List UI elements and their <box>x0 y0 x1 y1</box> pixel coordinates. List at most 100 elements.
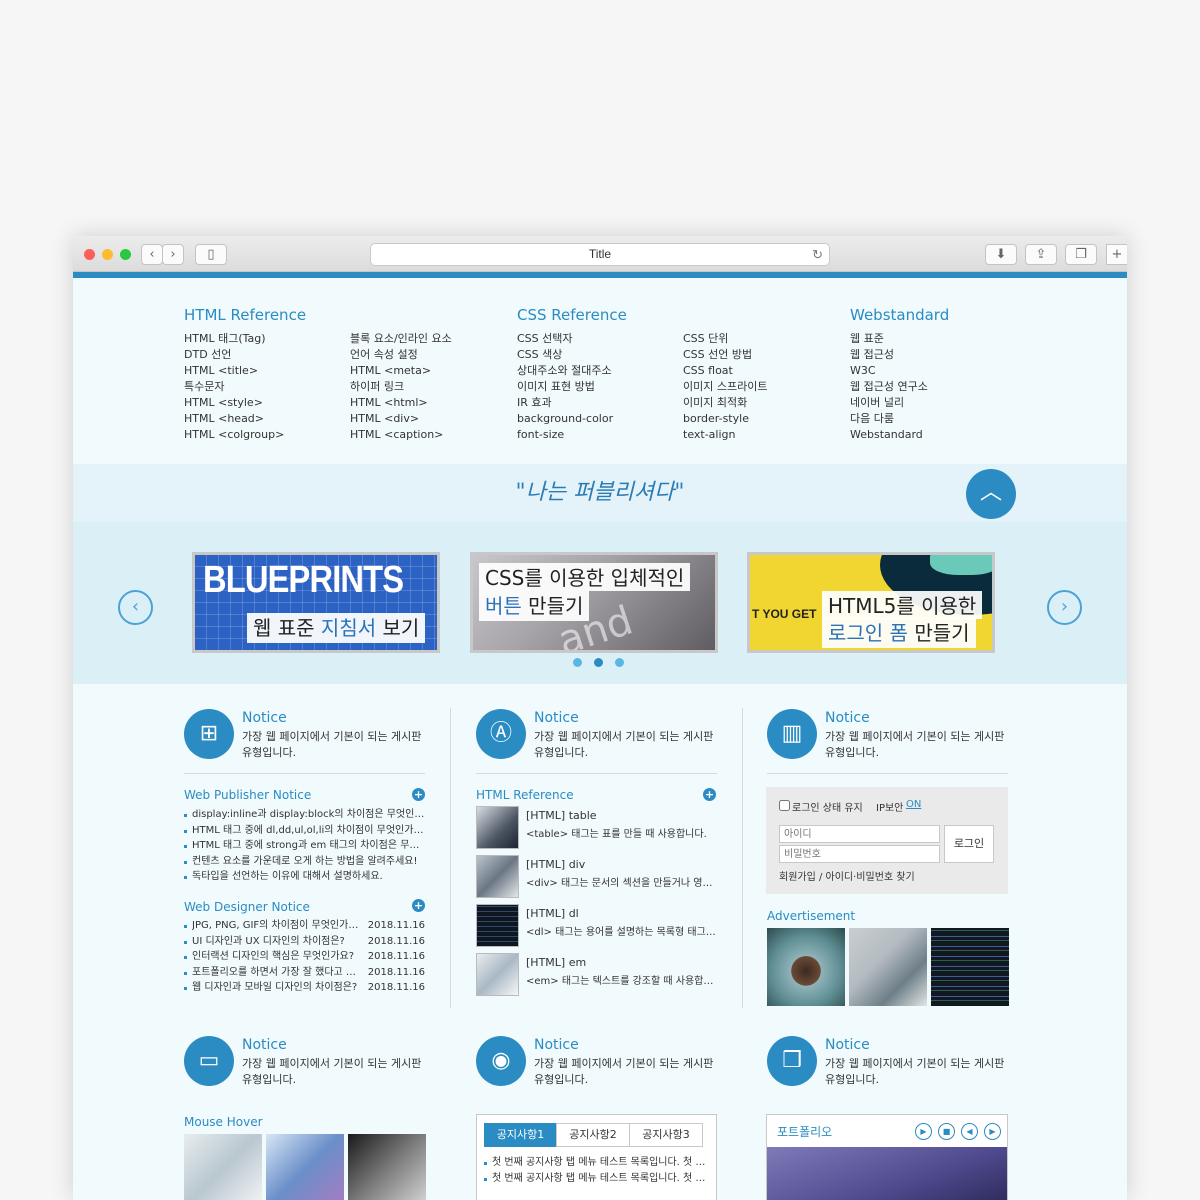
ref-link[interactable]: Webstandard <box>850 427 928 443</box>
ref-link[interactable]: text-align <box>683 427 767 443</box>
ad-image-1[interactable] <box>767 928 845 1006</box>
ref-link[interactable]: 하이퍼 링크 <box>350 379 452 395</box>
back-button[interactable]: ‹ <box>141 244 163 265</box>
ref-link[interactable]: 이미지 스프라이트 <box>683 379 767 395</box>
download-icon[interactable]: ⬇ <box>985 244 1017 265</box>
ip-security-toggle[interactable]: ON <box>906 799 921 810</box>
hover-image-3[interactable] <box>348 1134 426 1200</box>
ref-link[interactable]: HTML <title> <box>184 363 284 379</box>
slider-dot-active[interactable] <box>594 658 603 667</box>
ref-link[interactable]: CSS 선택자 <box>517 331 613 347</box>
ref-link[interactable]: 웹 접근성 연구소 <box>850 379 928 395</box>
ref-link[interactable]: DTD 선언 <box>184 347 284 363</box>
close-window-button[interactable] <box>84 249 95 260</box>
reload-icon[interactable]: ↻ <box>812 244 823 265</box>
list-item[interactable]: 첫 번째 공지사항 탭 메뉴 테스트 목록입니다. 첫 번째 공지사항 <box>484 1171 710 1187</box>
slider-dot[interactable] <box>573 658 582 667</box>
ref-link[interactable]: 특수문자 <box>184 379 284 395</box>
slider-prev-button[interactable]: ‹ <box>118 590 153 625</box>
list-item[interactable]: [HTML] table <table> 태그는 표를 만들 때 사용합니다. <box>476 806 717 850</box>
ref-link[interactable]: 웹 접근성 <box>850 347 928 363</box>
ref-link[interactable]: 다음 다룸 <box>850 411 928 427</box>
css-reference-title[interactable]: CSS Reference <box>517 306 627 324</box>
list-item[interactable]: 독타입을 선언하는 이유에 대해서 설명하세요. <box>184 869 425 885</box>
ref-link[interactable]: HTML 태그(Tag) <box>184 331 284 347</box>
hover-image-2[interactable] <box>266 1134 344 1200</box>
banner-css-button[interactable]: and inte CSS를 이용한 입체적인 버튼 만들기 <box>470 552 718 653</box>
designer-notice-title[interactable]: Web Designer Notice <box>184 900 310 914</box>
maximize-window-button[interactable] <box>120 249 131 260</box>
next-icon[interactable]: ▶ <box>984 1123 1001 1140</box>
play-icon[interactable]: ▶ <box>915 1123 932 1140</box>
list-item[interactable]: 첫 번째 공지사항 탭 메뉴 테스트 목록입니다. 첫 번째 공지사항 <box>484 1155 710 1171</box>
list-item[interactable]: display:inline과 display:block의 차이점은 무엇인가… <box>184 807 425 823</box>
login-button[interactable]: 로그인 <box>944 825 994 863</box>
signup-find-links[interactable]: 회원가입 / 아이디·비밀번호 찾기 <box>779 868 915 883</box>
address-bar[interactable]: Title ↻ <box>370 243 830 266</box>
publisher-notice-title[interactable]: Web Publisher Notice <box>184 788 311 802</box>
scroll-top-button[interactable]: ︿ <box>966 469 1016 519</box>
ref-link[interactable]: HTML <style> <box>184 395 284 411</box>
portfolio-image[interactable] <box>767 1147 1007 1200</box>
html-reference-title[interactable]: HTML Reference <box>184 306 306 324</box>
password-input[interactable] <box>779 845 940 863</box>
ref-link[interactable]: 네이버 널리 <box>850 395 928 411</box>
list-item[interactable]: 컨텐츠 요소를 가운데로 오게 하는 방법을 알려주세요! <box>184 854 425 870</box>
slider-next-button[interactable]: › <box>1047 590 1082 625</box>
list-item[interactable]: 포트폴리오를 하면서 가장 잘 했다고 생각하는 것은? 2018.11.16 <box>184 965 425 981</box>
ref-link[interactable]: IR 효과 <box>517 395 613 411</box>
stop-icon[interactable]: ■ <box>938 1123 955 1140</box>
ref-link[interactable]: W3C <box>850 363 928 379</box>
tab-notice-1[interactable]: 공지사항1 <box>484 1123 557 1147</box>
ref-link[interactable]: HTML <colgroup> <box>184 427 284 443</box>
ref-link[interactable]: border-style <box>683 411 767 427</box>
banner-html5-login[interactable]: T YOU GET HTML5를 이용한 로그인 폼 만들기 <box>747 552 995 653</box>
ref-link[interactable]: 이미지 표현 방법 <box>517 379 613 395</box>
new-tab-icon[interactable]: + <box>1106 244 1127 265</box>
ref-link[interactable]: 상대주소와 절대주소 <box>517 363 613 379</box>
plus-icon[interactable]: + <box>412 788 425 801</box>
ref-link[interactable]: 블록 요소/인라인 요소 <box>350 331 452 347</box>
id-input[interactable] <box>779 825 940 843</box>
hover-image-1[interactable] <box>184 1134 262 1200</box>
ref-link[interactable]: background-color <box>517 411 613 427</box>
ref-link[interactable]: CSS float <box>683 363 767 379</box>
ref-link[interactable]: CSS 선언 방법 <box>683 347 767 363</box>
tab-notice-2[interactable]: 공지사항2 <box>556 1123 630 1147</box>
html-reference-list-title[interactable]: HTML Reference <box>476 788 574 802</box>
tab-notice-3[interactable]: 공지사항3 <box>629 1123 703 1147</box>
ref-link[interactable]: CSS 색상 <box>517 347 613 363</box>
ref-link[interactable]: 웹 표준 <box>850 331 928 347</box>
keep-login-checkbox[interactable] <box>779 800 790 811</box>
tabs-icon[interactable]: ❐ <box>1065 244 1097 265</box>
ref-link[interactable]: CSS 단위 <box>683 331 767 347</box>
list-item[interactable]: HTML 태그 중에 dl,dd,ul,ol,li의 차이점이 무엇인가요? <box>184 823 425 839</box>
ref-link[interactable]: 언어 속성 설정 <box>350 347 452 363</box>
ad-image-3[interactable] <box>931 928 1009 1006</box>
list-item[interactable]: 웹 디자인과 모바일 디자인의 차이점은? 2018.11.16 <box>184 980 425 996</box>
list-item[interactable]: JPG, PNG, GIF의 차이점이 무엇인가요? 2018.11.16 <box>184 918 425 934</box>
ref-link[interactable]: font-size <box>517 427 613 443</box>
ref-link[interactable]: HTML <head> <box>184 411 284 427</box>
ref-link[interactable]: HTML <div> <box>350 411 452 427</box>
list-item[interactable]: [HTML] dl <dl> 태그는 용어를 설명하는 목록형 태그입니다. <box>476 904 717 948</box>
plus-icon[interactable]: + <box>412 899 425 912</box>
ad-image-2[interactable] <box>849 928 927 1006</box>
share-icon[interactable]: ⇪ <box>1025 244 1057 265</box>
slider-dot[interactable] <box>615 658 624 667</box>
forward-button[interactable]: › <box>162 244 184 265</box>
ref-link[interactable]: HTML <caption> <box>350 427 452 443</box>
ref-link[interactable]: HTML <html> <box>350 395 452 411</box>
prev-icon[interactable]: ◀ <box>961 1123 978 1140</box>
webstandard-title[interactable]: Webstandard <box>850 306 949 324</box>
sidebar-toggle-icon[interactable]: ▯ <box>195 244 227 265</box>
minimize-window-button[interactable] <box>102 249 113 260</box>
list-item[interactable]: HTML 태그 중에 strong과 em 태그의 차이점은 무엇인가요? <box>184 838 425 854</box>
list-item[interactable]: 인터랙션 디자인의 핵심은 무엇인가요? 2018.11.16 <box>184 949 425 965</box>
plus-icon[interactable]: + <box>703 788 716 801</box>
list-item[interactable]: [HTML] em <em> 태그는 텍스트를 강조할 때 사용합니다. <box>476 953 717 997</box>
banner-blueprints[interactable]: BLUEPRINTS 웹 표준 지침서 보기 <box>192 552 440 653</box>
list-item[interactable]: UI 디자인과 UX 디자인의 차이점은? 2018.11.16 <box>184 934 425 950</box>
ref-link[interactable]: 이미지 최적화 <box>683 395 767 411</box>
list-item[interactable]: [HTML] div <div> 태그는 문서의 섹션을 만들거나 영역을 구분… <box>476 855 717 899</box>
